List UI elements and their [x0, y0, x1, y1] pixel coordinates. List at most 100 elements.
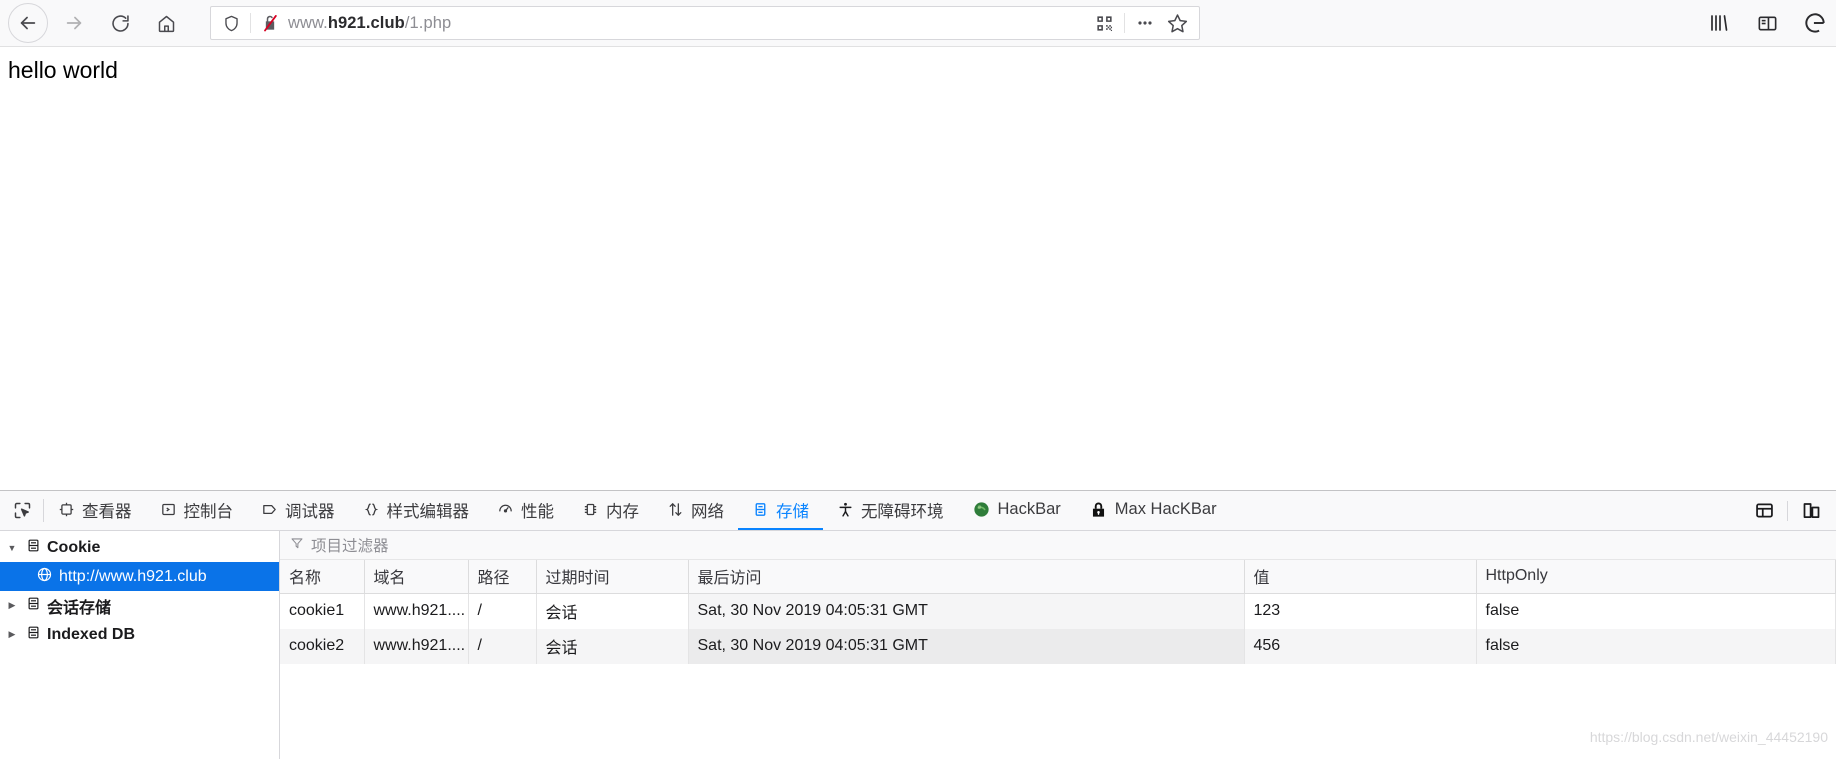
tree-item-session-storage[interactable]: ▶ 会话存储: [0, 591, 279, 620]
column-header-last-accessed[interactable]: 最后访问: [688, 560, 1245, 594]
storage-items-pane: 项目过滤器 名称 域名 路径 过期时间 最后访问 值 HttpOnly cook…: [280, 531, 1836, 759]
memory-icon: [582, 501, 599, 518]
tree-item-host-h921[interactable]: http://www.h921.club: [0, 562, 279, 591]
ellipsis-icon[interactable]: [1129, 8, 1161, 38]
tab-accessibility[interactable]: 无障碍环境: [823, 491, 958, 530]
address-bar[interactable]: www.h921.club/1.php: [210, 6, 1200, 40]
storage-filter-bar[interactable]: 项目过滤器: [280, 531, 1836, 560]
cell-domain: www.h921....: [364, 629, 469, 664]
filter-funnel-icon: [290, 536, 304, 555]
browser-navigation-bar: www.h921.club/1.php: [0, 0, 1836, 47]
cell-path: /: [468, 629, 537, 664]
shield-icon[interactable]: [211, 14, 250, 33]
storage-type-icon: [26, 596, 41, 616]
cell-value: 456: [1244, 629, 1477, 664]
tab-style-editor[interactable]: 样式编辑器: [349, 491, 484, 530]
tab-memory[interactable]: 内存: [568, 491, 653, 530]
tree-item-label: 会话存储: [47, 599, 112, 617]
tab-storage[interactable]: 存储: [738, 491, 823, 530]
urlbar-actions: [1088, 7, 1199, 39]
console-icon: [160, 501, 177, 518]
tab-label: 无障碍环境: [861, 502, 944, 521]
forward-button[interactable]: [54, 3, 94, 43]
sidebar-icon[interactable]: [1748, 4, 1786, 42]
dock-layout-icon[interactable]: [1745, 491, 1783, 531]
urlbar-container: www.h921.club/1.php: [210, 6, 1200, 40]
network-icon: [667, 501, 684, 518]
page-body-text: hello world: [8, 57, 118, 83]
tab-performance[interactable]: 性能: [483, 491, 568, 530]
element-picker-icon[interactable]: [0, 491, 43, 530]
devtools-toolbar: 查看器 控制台 调试器 样式编辑器 性能 内存 网络 存储 无障碍环境 Hack…: [0, 491, 1836, 531]
inspector-icon: [58, 501, 75, 518]
chevron-down-icon[interactable]: ▼: [4, 543, 20, 553]
tab-label: 性能: [521, 502, 554, 521]
identity-box[interactable]: [211, 7, 288, 39]
responsive-mode-icon[interactable]: [1792, 491, 1830, 531]
page-viewport: hello world: [0, 47, 1836, 490]
tab-label: HackBar: [997, 500, 1061, 518]
column-header-path[interactable]: 路径: [468, 560, 537, 594]
cell-httponly: false: [1476, 593, 1836, 629]
tree-item-indexed-db[interactable]: ▶ Indexed DB: [0, 620, 279, 649]
tab-console[interactable]: 控制台: [146, 491, 248, 530]
account-icon[interactable]: [1796, 4, 1834, 42]
cell-name: cookie1: [280, 593, 365, 629]
storage-filter-input[interactable]: 项目过滤器: [311, 534, 389, 556]
tree-item-label: Indexed DB: [47, 625, 136, 643]
cell-last-accessed: Sat, 30 Nov 2019 04:05:31 GMT: [688, 593, 1245, 629]
tree-item-label: Cookie: [47, 538, 101, 556]
url-prefix: www.: [288, 13, 328, 32]
cell-name: cookie2: [280, 629, 365, 664]
tab-label: Max HacKBar: [1114, 500, 1217, 518]
cell-expires: 会话: [536, 629, 689, 664]
storage-icon: [752, 501, 769, 518]
tab-network[interactable]: 网络: [653, 491, 738, 530]
tab-label: 网络: [691, 502, 724, 521]
column-header-httponly[interactable]: HttpOnly: [1476, 560, 1836, 594]
performance-icon: [497, 501, 514, 518]
cell-path: /: [468, 593, 537, 629]
tab-label: 内存: [606, 502, 639, 521]
home-button[interactable]: [146, 3, 186, 43]
tab-label: 调试器: [285, 502, 335, 521]
cell-expires: 会话: [536, 593, 689, 629]
qr-code-icon[interactable]: [1088, 8, 1120, 38]
chevron-right-icon[interactable]: ▶: [4, 600, 20, 611]
tab-label: 存储: [776, 502, 809, 521]
cell-domain: www.h921....: [364, 593, 469, 629]
max-hackbar-lock-icon: [1089, 500, 1108, 519]
devtools-tab-list: 查看器 控制台 调试器 样式编辑器 性能 内存 网络 存储 无障碍环境 Hack…: [44, 491, 1231, 530]
table-row[interactable]: cookie1 www.h921.... / 会话 Sat, 30 Nov 20…: [280, 593, 1836, 629]
library-icon[interactable]: [1700, 4, 1738, 42]
storage-tree: ▼ Cookie http://www.h921.club ▶ 会话存储 ▶ I…: [0, 531, 280, 759]
reload-button[interactable]: [100, 3, 140, 43]
tab-max-hackbar[interactable]: Max HacKBar: [1075, 491, 1231, 530]
devtools-panel: 查看器 控制台 调试器 样式编辑器 性能 内存 网络 存储 无障碍环境 Hack…: [0, 490, 1836, 759]
url-text[interactable]: www.h921.club/1.php: [288, 14, 1088, 33]
table-row[interactable]: cookie2 www.h921.... / 会话 Sat, 30 Nov 20…: [280, 629, 1836, 664]
back-button[interactable]: [8, 3, 48, 43]
column-header-value[interactable]: 值: [1244, 560, 1477, 594]
storage-type-icon: [26, 625, 41, 645]
devtools-toolbar-right: [1745, 491, 1836, 530]
style-editor-icon: [363, 501, 380, 518]
broken-lock-icon[interactable]: [251, 13, 288, 33]
tab-hackbar[interactable]: HackBar: [958, 491, 1075, 530]
chevron-right-icon[interactable]: ▶: [4, 629, 20, 640]
tree-item-cookie[interactable]: ▼ Cookie: [0, 533, 279, 562]
column-header-domain[interactable]: 域名: [364, 560, 469, 594]
urlbar-actions-divider: [1124, 13, 1125, 33]
column-header-expires[interactable]: 过期时间: [536, 560, 689, 594]
table-header-row: 名称 域名 路径 过期时间 最后访问 值 HttpOnly: [280, 560, 1836, 594]
star-icon[interactable]: [1161, 8, 1193, 38]
tab-label: 样式编辑器: [386, 502, 470, 521]
browser-chrome-right-icons: [1700, 0, 1836, 46]
tab-debugger[interactable]: 调试器: [247, 491, 349, 530]
tab-inspector[interactable]: 查看器: [44, 491, 146, 530]
tab-label: 查看器: [82, 502, 132, 521]
cell-last-accessed: Sat, 30 Nov 2019 04:05:31 GMT: [688, 629, 1245, 664]
hackbar-icon: [972, 500, 991, 519]
column-header-name[interactable]: 名称: [280, 560, 365, 594]
url-domain: h921.club: [327, 13, 405, 32]
